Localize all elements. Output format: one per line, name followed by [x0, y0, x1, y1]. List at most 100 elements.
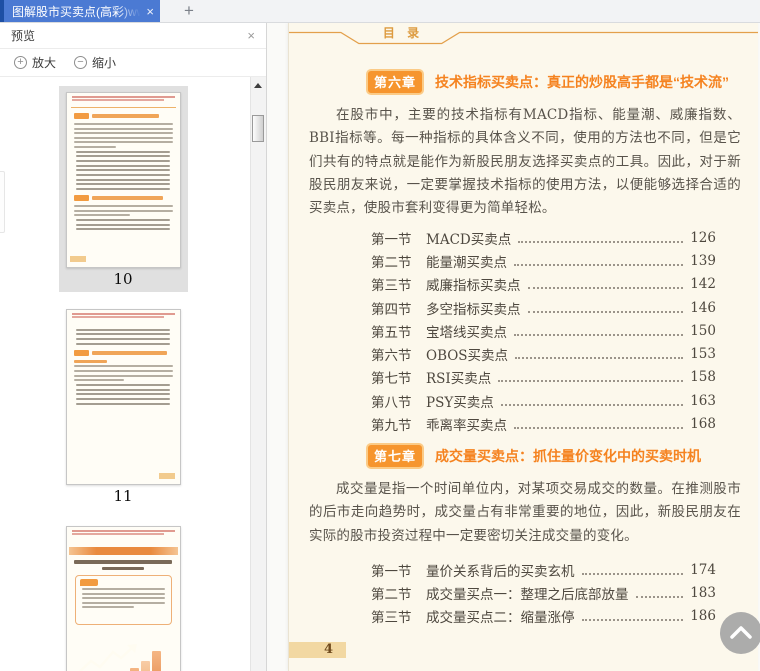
mini-line	[79, 579, 98, 586]
page-number-tag: 4	[289, 642, 346, 658]
thumbnail-label: 10	[113, 270, 133, 288]
toc-entry-number: 第一节	[371, 231, 412, 248]
dot-leader	[514, 263, 683, 266]
chapter-7-title: 成交量买卖点：抓住量价变化中的买卖时机	[435, 448, 702, 464]
mini-line	[71, 313, 175, 315]
mini-line	[91, 350, 167, 355]
mini-line	[73, 132, 173, 135]
thumbnail-page-10[interactable]: 10	[58, 86, 188, 292]
zoom-in-button[interactable]: + 放大	[14, 54, 56, 71]
toc-entry-page: 146	[690, 299, 716, 316]
toc-entry-page: 163	[690, 392, 716, 409]
mini-line	[74, 560, 172, 564]
mini-line	[91, 114, 159, 118]
mini-line	[73, 127, 173, 130]
scrollbar-up-arrow-icon[interactable]	[254, 83, 262, 88]
mini-line	[158, 473, 175, 479]
toc-entry: 第四节 多空指标买卖点 146	[371, 296, 716, 319]
zoom-in-icon: +	[14, 56, 27, 69]
mini-line	[75, 155, 170, 158]
toc-entry: 第一节 MACD买卖点 126	[371, 226, 716, 249]
toc-entry-page: 168	[690, 416, 716, 433]
toc-entry-number: 第三节	[371, 278, 412, 295]
new-tab-button[interactable]: +	[175, 0, 203, 22]
mini-line	[75, 150, 170, 153]
mini-line	[73, 365, 173, 368]
dot-leader	[500, 403, 683, 406]
thumbnail-page-partial[interactable]	[59, 520, 188, 671]
toc-page: 目 录 第六章 技术指标买卖点：真正的炒股高手都是“技术流” 在股市中，主要的技…	[288, 23, 758, 671]
dot-leader	[514, 333, 683, 336]
toc-header-title: 目 录	[382, 26, 424, 40]
thumbnail-preview	[65, 92, 181, 268]
sidebar-scrollbar[interactable]	[250, 77, 266, 671]
zoom-in-label: 放大	[32, 56, 57, 70]
mini-line	[75, 328, 170, 331]
mini-line	[75, 178, 170, 181]
mini-line	[75, 169, 170, 172]
sidebar-close-icon[interactable]: ×	[247, 28, 255, 43]
mini-line	[73, 123, 173, 125]
zoom-out-icon: −	[74, 56, 88, 69]
toc-entry: 第五节 宝塔线买卖点 150	[371, 319, 716, 342]
preview-sidebar: 预览 × + 放大 − 缩小 10 11	[0, 23, 267, 671]
mini-line	[73, 141, 173, 144]
mini-line	[71, 96, 175, 98]
mini-line	[81, 605, 134, 608]
mini-line	[75, 342, 170, 345]
mini-line	[81, 592, 165, 595]
toc-entry-page: 186	[690, 608, 716, 625]
mini-line	[73, 113, 89, 119]
mini-chapter-heading	[73, 349, 173, 356]
mini-line	[91, 196, 163, 201]
chapter-6-badge: 第六章	[366, 69, 425, 95]
toc-entry-title: 威廉指标买卖点	[426, 278, 521, 295]
toc-entry: 第八节 PSY买卖点 163	[371, 389, 716, 412]
scrollbar-thumb[interactable]	[252, 115, 264, 142]
toc-entry: 第九节 乖离率买卖点 168	[371, 412, 716, 435]
toc-entry-number: 第一节	[371, 563, 412, 580]
toc-entry: 第三节 威廉指标买卖点 142	[371, 273, 716, 296]
chapter-6-intro-paragraph: 在股市中，主要的技术指标有MACD指标、能量潮、威廉指数、BBI指标等。每一种指…	[309, 107, 741, 217]
mini-spacer	[67, 318, 180, 326]
mini-line	[69, 256, 86, 262]
dot-leader	[527, 310, 683, 313]
toc-entry-number: 第九节	[371, 418, 412, 435]
mini-line	[71, 530, 175, 532]
toc-entry-number: 第六节	[371, 348, 412, 365]
toc-entry-page: 142	[690, 276, 716, 293]
toc-entry-page: 139	[690, 252, 716, 269]
thumbnail-preview	[65, 526, 181, 671]
toc-entry-number: 第七节	[371, 371, 412, 388]
sidebar-title: 预览	[11, 29, 36, 43]
thumbnail-page-11[interactable]: 11	[59, 303, 188, 509]
dot-leader	[498, 380, 683, 383]
toc-entry-number: 第二节	[371, 254, 412, 271]
toc-entry-number: 第二节	[371, 586, 412, 603]
sidebar-collapse-handle[interactable]	[0, 171, 5, 233]
mini-line	[68, 547, 178, 555]
document-view[interactable]: 目 录 第六章 技术指标买卖点：真正的炒股高手都是“技术流” 在股市中，主要的技…	[267, 23, 760, 671]
mini-line	[75, 183, 170, 186]
dot-leader	[515, 357, 683, 360]
mini-line	[73, 145, 117, 148]
tab-close-icon[interactable]: ×	[146, 4, 154, 19]
mini-line	[75, 188, 170, 191]
scroll-to-top-button[interactable]	[719, 611, 760, 655]
zoom-out-button[interactable]: − 缩小	[74, 54, 116, 71]
app-body: 预览 × + 放大 − 缩小 10 11 目 录 第六章 技术指标买卖点：真正的…	[0, 23, 760, 671]
browser-tab-bar: 图解股市买卖点(高彩)www.j9p.c × +	[0, 0, 760, 23]
mini-line	[101, 566, 145, 570]
mini-line	[75, 338, 170, 341]
toc-entry-number: 第三节	[371, 610, 412, 627]
dot-leader	[518, 240, 683, 243]
browser-tab[interactable]: 图解股市买卖点(高彩)www.j9p.c ×	[4, 0, 160, 22]
dot-leader	[514, 427, 683, 430]
toc-entry-title: 成交量买点二：缩量涨停	[426, 610, 575, 627]
toc-entry-number: 第五节	[371, 324, 412, 341]
toc-entry-title: 量价关系背后的买卖玄机	[426, 563, 575, 580]
chapter-7-badge: 第七章	[366, 443, 425, 469]
dot-leader	[527, 287, 683, 290]
mini-line	[75, 402, 170, 405]
mini-line	[75, 333, 170, 336]
